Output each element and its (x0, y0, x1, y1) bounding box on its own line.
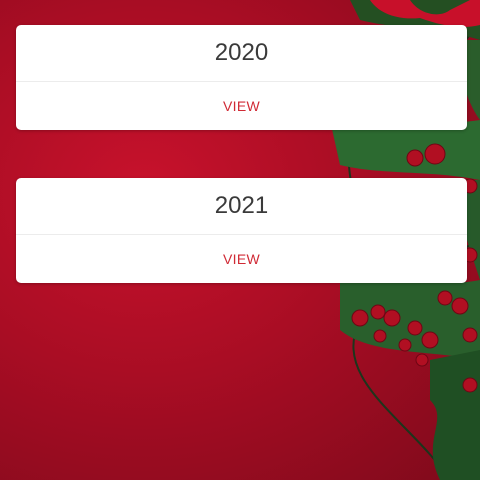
year-card-list: 2020 VIEW 2021 VIEW (16, 25, 467, 331)
card-action-area: VIEW (16, 82, 467, 130)
card-action-area: VIEW (16, 235, 467, 283)
year-card-2020: 2020 VIEW (16, 25, 467, 130)
year-title: 2020 (16, 25, 467, 82)
year-card-2021: 2021 VIEW (16, 178, 467, 283)
year-title: 2021 (16, 178, 467, 235)
view-button[interactable]: VIEW (223, 98, 260, 114)
view-button[interactable]: VIEW (223, 251, 260, 267)
